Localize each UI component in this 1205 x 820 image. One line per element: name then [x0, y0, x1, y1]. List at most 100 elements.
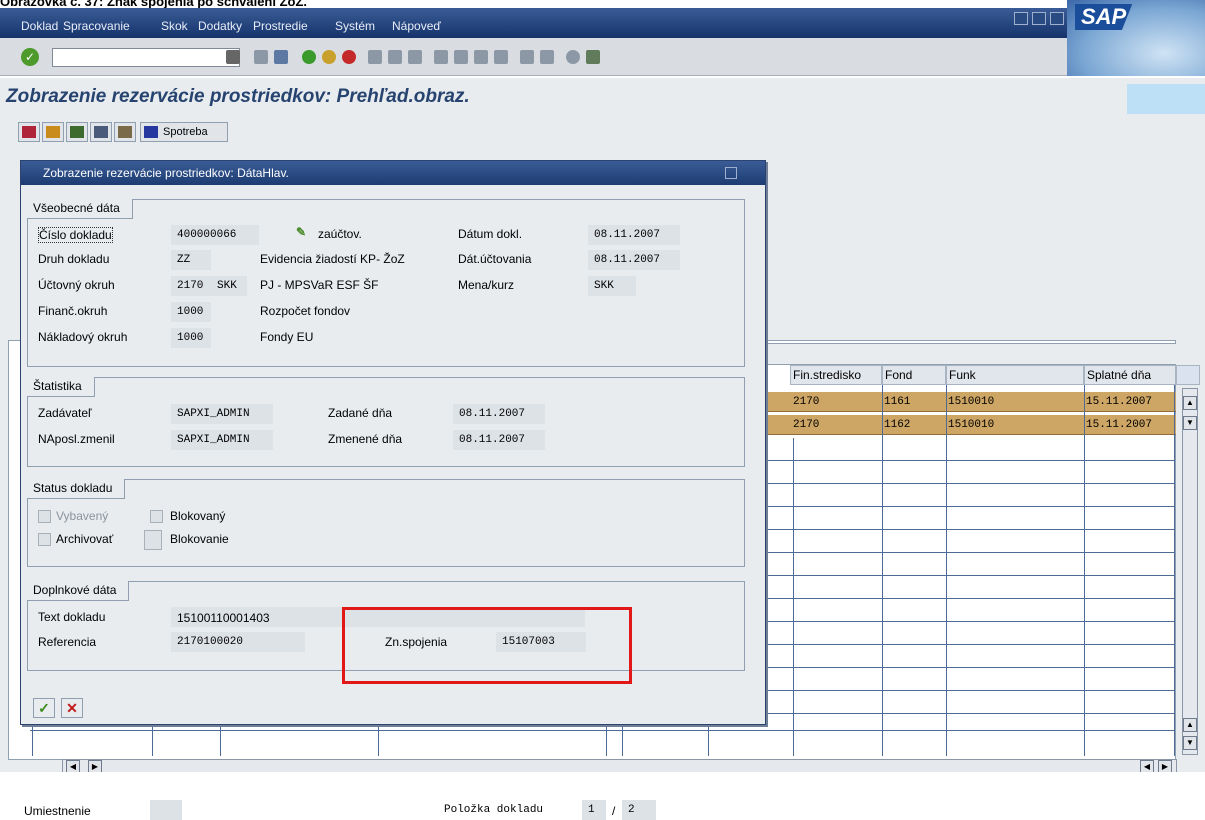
minimize-icon[interactable]: [1014, 12, 1028, 25]
menu-spracovanie[interactable]: Spracovanie: [63, 19, 130, 33]
header-fond[interactable]: Fond: [882, 365, 946, 385]
druh-dokladu-desc: Evidencia žiadostí KP- ŽoZ: [260, 252, 405, 266]
referencia-field[interactable]: 2170100020: [171, 632, 305, 652]
grid-line: [1174, 385, 1175, 756]
blokovany-label: Blokovaný: [170, 509, 226, 523]
prev-page-icon[interactable]: [454, 50, 468, 64]
blokovany-checkbox[interactable]: [150, 510, 163, 523]
header-funk[interactable]: Funk: [946, 365, 1084, 385]
cell-fin-stredisko: 2170: [793, 396, 820, 408]
grid-line: [946, 385, 947, 756]
vybaveny-checkbox[interactable]: [38, 510, 51, 523]
enter-check-icon[interactable]: ✓: [21, 48, 39, 66]
cancel-icon[interactable]: [342, 50, 356, 64]
command-history-icon[interactable]: [226, 50, 240, 64]
standard-toolbar: ✓: [0, 38, 1067, 76]
last-page-icon[interactable]: [494, 50, 508, 64]
dialog-close-icon[interactable]: [725, 167, 737, 179]
scroll-down-icon[interactable]: ▼: [1183, 416, 1197, 430]
menu-dodatky[interactable]: Dodatky: [198, 19, 242, 33]
new-session-icon[interactable]: [520, 50, 534, 64]
detail-button[interactable]: [90, 122, 112, 142]
dat-uctovania-label: Dát.účtovania: [458, 252, 532, 266]
blokovanie-field[interactable]: [144, 530, 162, 550]
uctovny-okruh-currency[interactable]: SKK: [211, 276, 247, 296]
save-icon[interactable]: [274, 50, 288, 64]
grid-line: [765, 506, 1175, 507]
polozka-current-field[interactable]: 1: [582, 800, 606, 820]
menu-doklad[interactable]: Doklad: [21, 19, 58, 33]
title-decoration: [1127, 84, 1205, 114]
command-field[interactable]: [52, 48, 240, 67]
info-icon: [144, 126, 158, 138]
next-page-icon[interactable]: [474, 50, 488, 64]
scroll-down-icon[interactable]: ▼: [1183, 736, 1197, 750]
grid-line: [152, 725, 153, 756]
scroll-up-icon[interactable]: ▲: [1183, 396, 1197, 410]
mena-field[interactable]: SKK: [588, 276, 636, 296]
find-icon[interactable]: [388, 50, 402, 64]
back-icon[interactable]: [302, 50, 316, 64]
maximize-icon[interactable]: [1032, 12, 1046, 25]
find-next-icon[interactable]: [408, 50, 422, 64]
uctovny-okruh-field[interactable]: 2170: [171, 276, 211, 296]
back-arrow-icon[interactable]: [254, 50, 268, 64]
scroll-up-icon[interactable]: ▲: [1183, 718, 1197, 732]
archivovat-checkbox[interactable]: [38, 533, 51, 546]
polozka-label: Položka dokladu: [444, 804, 544, 816]
nakladovy-okruh-field[interactable]: 1000: [171, 328, 211, 348]
layout-menu-icon[interactable]: [586, 50, 600, 64]
exit-icon[interactable]: [322, 50, 336, 64]
table-toolbar: [765, 343, 1176, 365]
menu-napoveda[interactable]: Nápoveď: [392, 19, 441, 33]
status-text: zaúčtov.: [318, 227, 362, 241]
change-button[interactable]: [114, 122, 136, 142]
vertical-scrollbar[interactable]: [1182, 388, 1198, 755]
print-icon[interactable]: [368, 50, 382, 64]
datum-dokl-field[interactable]: 08.11.2007: [588, 225, 680, 245]
overview-button[interactable]: [66, 122, 88, 142]
title-bar: Zobrazenie rezervácie prostriedkov: Preh…: [0, 78, 1205, 114]
dialog-title: Zobrazenie rezervácie prostriedkov: Dáta…: [43, 166, 289, 180]
zmenene-field[interactable]: 08.11.2007: [453, 430, 545, 450]
umiestnenie-field[interactable]: [150, 800, 182, 820]
close-icon[interactable]: [1050, 12, 1064, 25]
page-title: Zobrazenie rezervácie prostriedkov: Preh…: [6, 86, 470, 107]
header-button[interactable]: [42, 122, 64, 142]
dat-uctovania-field[interactable]: 08.11.2007: [588, 250, 680, 270]
naposl-field[interactable]: SAPXI_ADMIN: [171, 430, 273, 450]
druh-dokladu-field[interactable]: ZZ: [171, 250, 211, 270]
cislo-dokladu-field[interactable]: 400000066: [171, 225, 259, 245]
financ-okruh-label: Finanč.okruh: [38, 304, 108, 318]
text-dokladu-label: Text dokladu: [38, 610, 106, 624]
spotreba-label: Spotreba: [163, 126, 208, 138]
zadavatel-field[interactable]: SAPXI_ADMIN: [171, 404, 273, 424]
grid-line: [378, 725, 379, 756]
grid-line: [882, 385, 883, 756]
grid-line: [765, 667, 1175, 668]
status-title: Status dokladu: [27, 479, 126, 499]
header-fin-stredisko[interactable]: Fin.stredisko: [790, 365, 882, 385]
detail-icon: [94, 126, 108, 138]
confirm-check-button[interactable]: ✓: [33, 698, 55, 718]
menu-bar: Doklad Spracovanie Skok Dodatky Prostred…: [0, 8, 1205, 38]
menu-system[interactable]: Systém: [335, 19, 375, 33]
column-settings-icon[interactable]: [1176, 365, 1200, 385]
first-page-icon[interactable]: [434, 50, 448, 64]
header-icon: [46, 126, 60, 138]
help-icon[interactable]: [566, 50, 580, 64]
grid-line: [765, 690, 1175, 691]
shortcut-icon[interactable]: [540, 50, 554, 64]
spotreba-button[interactable]: Spotreba: [140, 122, 228, 142]
cell-fond: 1161: [884, 396, 911, 408]
cancel-x-button[interactable]: ✕: [61, 698, 83, 718]
menu-prostredie[interactable]: Prostredie: [253, 19, 308, 33]
menu-skok[interactable]: Skok: [161, 19, 188, 33]
zadane-field[interactable]: 08.11.2007: [453, 404, 545, 424]
cislo-dokladu-label: Číslo dokladu: [38, 227, 113, 243]
financ-okruh-field[interactable]: 1000: [171, 302, 211, 322]
grid-line: [708, 725, 709, 756]
display-other-button[interactable]: [18, 122, 40, 142]
header-splatne-dna[interactable]: Splatné dňa: [1084, 365, 1176, 385]
nakladovy-okruh-label: Nákladový okruh: [38, 330, 128, 344]
